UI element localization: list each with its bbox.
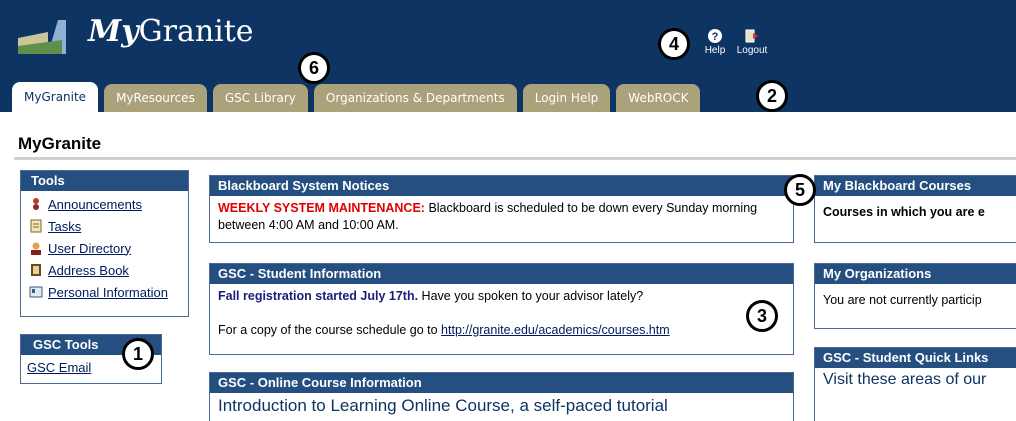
- organizations-text: You are not currently particip: [823, 293, 982, 307]
- student-quick-links-title: GSC - Student Quick Links: [815, 348, 1016, 368]
- help-icon: ?: [708, 29, 722, 43]
- logout-button[interactable]: Logout: [732, 28, 772, 56]
- announcements-link[interactable]: Announcements: [48, 196, 142, 213]
- tab-gsc-library[interactable]: GSC Library: [212, 84, 308, 112]
- personal-information-icon: [29, 286, 43, 298]
- schedule-text: For a copy of the course schedule go to: [218, 323, 442, 337]
- tool-tasks: Tasks: [29, 215, 180, 237]
- callout-5: 5: [784, 174, 816, 206]
- site-header: MyGranite ? Help Logout MyGranite MyReso…: [0, 0, 1016, 112]
- tab-myresources[interactable]: MyResources: [104, 84, 207, 112]
- title-divider: [14, 157, 1016, 160]
- callout-4: 4: [658, 28, 690, 60]
- student-quick-links-panel: GSC - Student Quick Links Visit these ar…: [814, 347, 1016, 421]
- tab-webrock[interactable]: WebROCK: [616, 84, 701, 112]
- callout-6: 6: [298, 52, 330, 84]
- my-blackboard-courses-panel: My Blackboard Courses Courses in which y…: [814, 175, 1016, 243]
- quick-links-text: Visit these areas of our: [823, 371, 987, 388]
- main-tabs: MyGranite MyResources GSC Library Organi…: [12, 82, 706, 112]
- callout-3: 3: [746, 300, 778, 332]
- student-information-panel: GSC - Student Information Fall registrat…: [209, 263, 794, 355]
- user-directory-link[interactable]: User Directory: [48, 240, 131, 257]
- announcements-icon: [33, 198, 39, 210]
- tab-organizations-departments[interactable]: Organizations & Departments: [313, 84, 517, 112]
- granite-mountain-icon: [18, 20, 66, 54]
- address-book-icon: [31, 264, 41, 276]
- online-course-title: GSC - Online Course Information: [210, 373, 793, 393]
- student-information-title: GSC - Student Information: [210, 264, 793, 284]
- tasks-icon: [30, 219, 42, 233]
- page-title: MyGranite: [18, 134, 102, 153]
- logo-granite-text: Granite: [138, 14, 254, 49]
- logout-label: Logout: [736, 45, 768, 56]
- tool-address-book: Address Book: [29, 259, 180, 281]
- help-label: Help: [704, 45, 726, 56]
- callout-1: 1: [122, 338, 154, 370]
- my-blackboard-courses-title: My Blackboard Courses: [815, 176, 1016, 196]
- tab-mygranite[interactable]: MyGranite: [12, 82, 99, 112]
- courses-text: Courses in which you are e: [823, 205, 985, 219]
- address-book-link[interactable]: Address Book: [48, 262, 129, 279]
- tab-login-help[interactable]: Login Help: [522, 84, 611, 112]
- my-organizations-panel: My Organizations You are not currently p…: [814, 263, 1016, 329]
- tools-panel-title: Tools: [21, 171, 188, 191]
- callout-2: 2: [756, 80, 788, 112]
- course-schedule-link[interactable]: http://granite.edu/academics/courses.htm: [441, 323, 670, 337]
- tasks-link[interactable]: Tasks: [48, 218, 81, 235]
- tool-personal-information: Personal Information: [29, 281, 180, 303]
- personal-information-link[interactable]: Personal Information: [48, 284, 168, 301]
- my-organizations-title: My Organizations: [815, 264, 1016, 284]
- user-directory-icon: [31, 242, 41, 255]
- system-notices-title: Blackboard System Notices: [210, 176, 793, 196]
- online-course-panel: GSC - Online Course Information Introduc…: [209, 372, 794, 421]
- svg-text:?: ?: [712, 31, 719, 43]
- help-button[interactable]: ? Help: [700, 28, 730, 56]
- tool-user-directory: User Directory: [29, 237, 180, 259]
- online-course-link[interactable]: Introduction to Learning Online Course, …: [210, 393, 793, 418]
- maintenance-alert: WEEKLY SYSTEM MAINTENANCE:: [218, 201, 425, 215]
- advisor-text: Have you spoken to your advisor lately?: [418, 289, 644, 303]
- gsc-email-link[interactable]: GSC Email: [27, 360, 91, 375]
- tool-announcements: Announcements: [29, 193, 180, 215]
- tools-panel: Tools Announcements Tasks User Directory…: [20, 170, 189, 317]
- registration-highlight: Fall registration started July 17th.: [218, 289, 419, 303]
- system-notices-panel: Blackboard System Notices WEEKLY SYSTEM …: [209, 175, 794, 243]
- logo-my-text: My: [88, 14, 139, 49]
- logout-icon: [745, 29, 758, 43]
